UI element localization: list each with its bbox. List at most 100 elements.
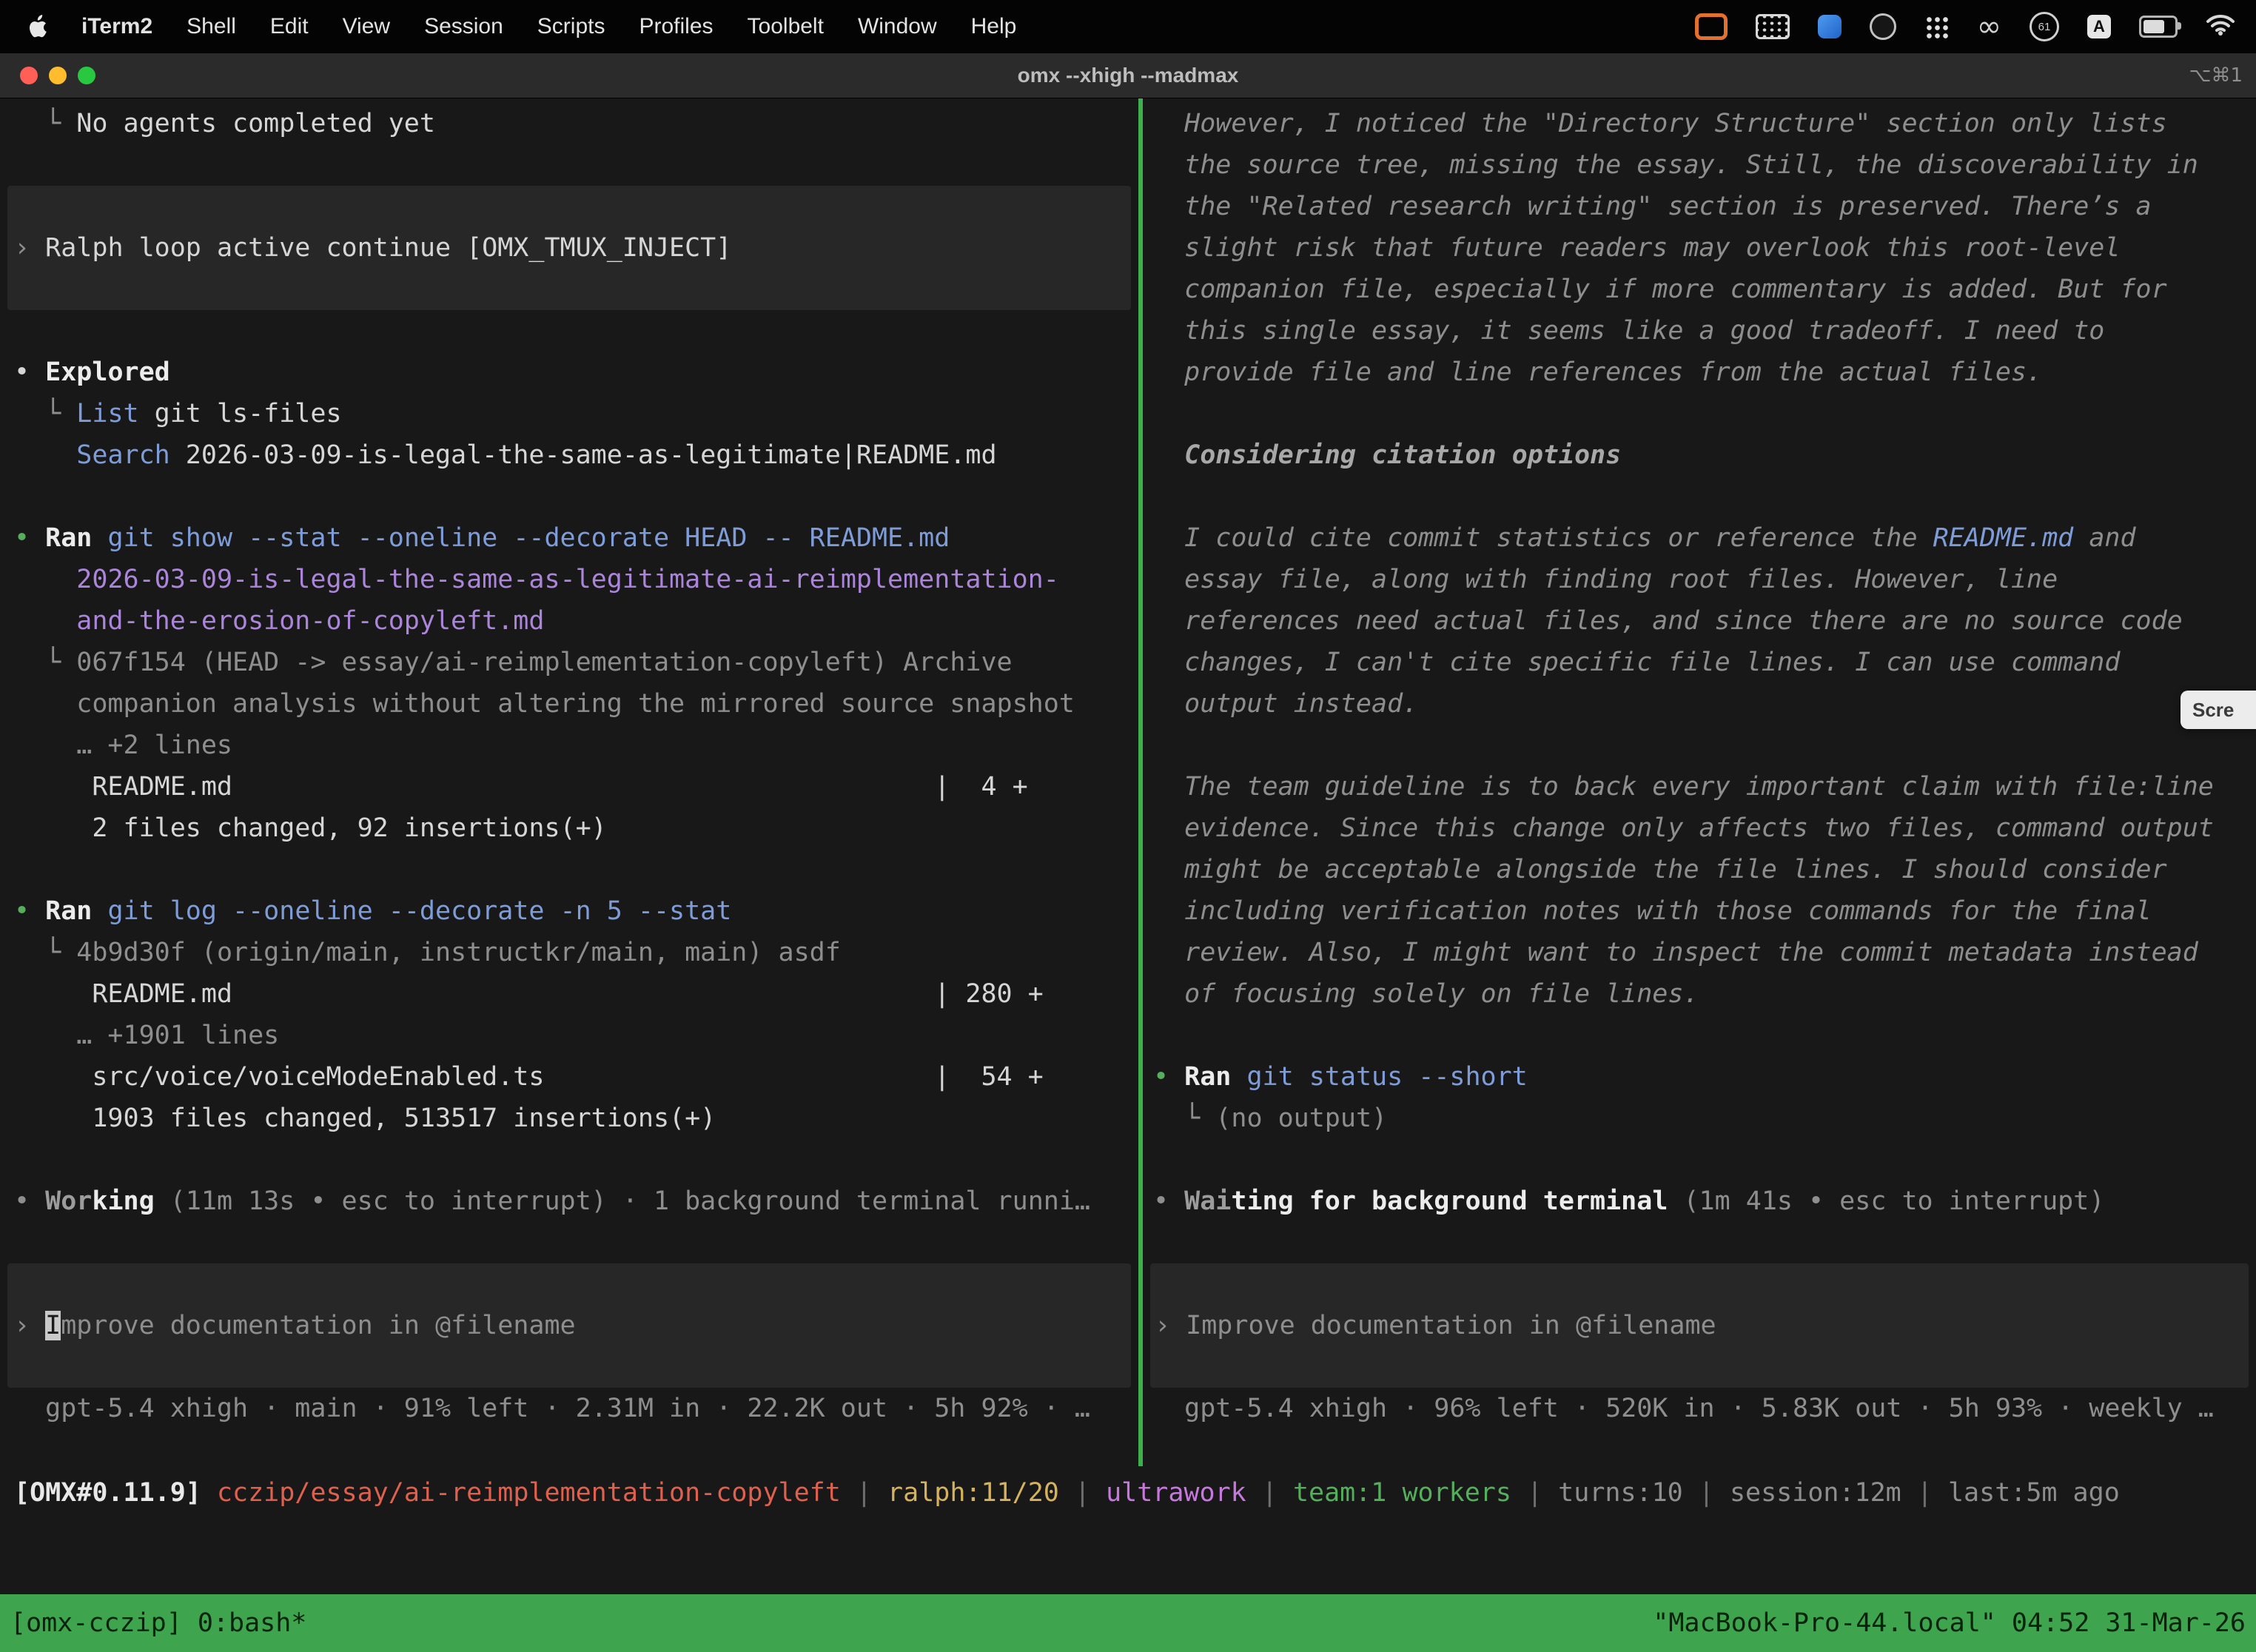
minimize-button[interactable] [49,67,67,84]
command-input[interactable]: › Improve documentation in @filename [1150,1263,2249,1388]
text-segment: | [1059,1478,1106,1508]
text-segment: … +1901 lines [14,1021,279,1050]
terminal-line: Considering citation options [1143,434,2256,476]
blank-line [0,310,1138,352]
text-segment: | [841,1478,887,1508]
terminal-line: README.md | 4 + [0,766,1138,807]
text-segment: • [14,1186,45,1216]
text-segment: List [76,399,138,429]
close-button[interactable] [20,67,38,84]
text-segment: However, I noticed the "Directory Struct… [1153,109,2167,138]
menu-item-shell[interactable]: Shell [187,14,236,39]
text-segment: 1903 files changed, 513517 insertions(+) [14,1104,716,1133]
text-segment: including verification notes with those … [1153,896,2152,926]
prompt-line: › Ralph loop active continue [OMX_TMUX_I… [7,227,731,269]
terminal-line: └ No agents completed yet [0,103,1138,144]
text-segment: • [1153,1186,1184,1216]
menu-item-window[interactable]: Window [858,14,937,39]
battery-icon[interactable] [2139,16,2178,38]
text-segment: Ran [45,523,92,553]
terminal-line: evidence. Since this change only affects… [1143,807,2256,849]
terminal-line: I could cite commit statistics or refere… [1143,517,2256,559]
text-segment: README.md | 4 + [14,772,1028,802]
input-source-icon[interactable]: A [2087,15,2111,38]
blank-line [0,144,1138,186]
text-segment: changes, I can't cite specific file line… [1153,648,2120,677]
apple-menu-icon[interactable] [28,15,47,38]
menu-item-profiles[interactable]: Profiles [639,14,713,39]
screen-share-overlay[interactable]: Scre [2181,691,2256,729]
prompt-line: › Improve documentation in @filename [1150,1305,1716,1346]
terminal-line: • Ran git status --short [1143,1056,2256,1098]
text-segment: src/voice/voiceModeEnabled.ts | 54 + [14,1062,1044,1092]
menu-item-edit[interactable]: Edit [270,14,309,39]
menu-item-toolbelt[interactable]: Toolbelt [748,14,824,39]
text-segment: 2026-03-09-is-legal-the-same-as-legitima… [170,440,997,470]
menu-item-session[interactable]: Session [424,14,503,39]
terminal-line: provide file and line references from th… [1143,352,2256,393]
terminal-line: the source tree, missing the essay. Stil… [1143,144,2256,186]
text-segment: › [14,1311,45,1340]
screen-recording-indicator-icon[interactable] [1695,13,1728,40]
text-segment: the "Related research writing" section i… [1153,192,2152,221]
text-segment: | [1683,1478,1730,1508]
menu-item-scripts[interactable]: Scripts [537,14,605,39]
text-segment: ting for background terminal [1231,1186,1668,1216]
terminal-line: src/voice/voiceModeEnabled.ts | 54 + [0,1056,1138,1098]
text-segment: Ran [45,896,92,926]
zoom-button[interactable] [78,67,95,84]
grid-dots-icon[interactable] [1924,15,1949,39]
text-segment [92,896,107,926]
command-input[interactable]: › Improve documentation in @filename [7,1263,1131,1388]
keyboard-icon[interactable] [1756,14,1790,39]
blue-app-icon[interactable] [1818,15,1842,38]
terminal-line: of focusing solely on file lines. [1143,973,2256,1015]
text-segment: 2026-03-09-is-legal-the-same-as-legitima… [76,565,1059,594]
text-segment: • [14,357,45,387]
infinity-icon[interactable]: ∞ [1977,12,2001,41]
text-segment: The team guideline is to back every impo… [1153,772,2214,802]
menu-bar-left: iTerm2 Shell Edit View Session Scripts Profil… [0,14,1016,39]
tmux-host-clock: "MacBook-Pro-44.local" 04:52 31-Mar-26 [1653,1608,2246,1638]
window-title-bar[interactable]: omx --xhigh --madmax ⌥⌘1 [0,53,2256,98]
text-segment [92,523,107,553]
inject-banner[interactable]: › Ralph loop active continue [OMX_TMUX_I… [7,186,1131,310]
text-segment: I [45,1311,61,1340]
menu-item-iterm2[interactable]: iTerm2 [81,14,152,39]
text-segment: the source tree, missing the essay. Stil… [1153,150,2198,180]
blank-line [1143,393,2256,434]
text-segment: king [92,1186,154,1216]
text-segment: 4b9d30f (origin/main, instructkr/main, m… [76,938,841,967]
menu-item-help[interactable]: Help [971,14,1017,39]
text-segment: 2 files changed, 92 insertions(+) [14,813,607,843]
menu-bar-tray: ∞ 61 A [1695,12,2256,41]
left-pane[interactable]: └ No agents completed yet › Ralph loop ac… [0,98,1138,1471]
pane-status-line: gpt-5.4 xhigh · 96% left · 520K in · 5.8… [1143,1388,2256,1429]
terminal-line: • Working (11m 13s • esc to interrupt) ·… [0,1181,1138,1222]
wifi-icon[interactable] [2206,12,2235,41]
blank-line [0,1222,1138,1263]
menu-item-view[interactable]: View [343,14,390,39]
terminal-line: changes, I can't cite specific file line… [1143,642,2256,683]
text-segment: of focusing solely on file lines. [1153,979,1699,1009]
text-segment [1231,1062,1246,1092]
blank-line [1143,725,2256,766]
gauge-icon[interactable]: 61 [2030,12,2059,41]
text-segment: and [2073,523,2135,553]
text-segment: Ralph loop active continue [OMX_TMUX_INJ… [45,233,731,263]
text-segment: └ [14,399,76,429]
terminal-line: 2026-03-09-is-legal-the-same-as-legitima… [0,559,1138,600]
terminal-line: • Waiting for background terminal (1m 41… [1143,1181,2256,1222]
text-segment: • [1153,1062,1184,1092]
terminal-line: └ (no output) [1143,1098,2256,1139]
terminal-line: this single essay, it seems like a good … [1143,310,2256,352]
text-segment: 067f154 (HEAD -> essay/ai-reimplementati… [76,648,1012,677]
text-segment: session:12m [1730,1478,1901,1508]
text-segment: gpt-5.4 xhigh · main · 91% left · 2.31M … [14,1394,1090,1423]
text-segment: output instead. [1153,689,1418,719]
text-segment: git show --stat --oneline --decorate HEA… [107,523,950,553]
tmux-session-window[interactable]: [omx-cczip] 0:bash* [10,1608,306,1638]
text-segment: companion analysis without altering the … [14,689,1075,719]
dark-app-icon[interactable] [1870,13,1896,40]
right-pane[interactable]: However, I noticed the "Directory Struct… [1143,98,2256,1471]
